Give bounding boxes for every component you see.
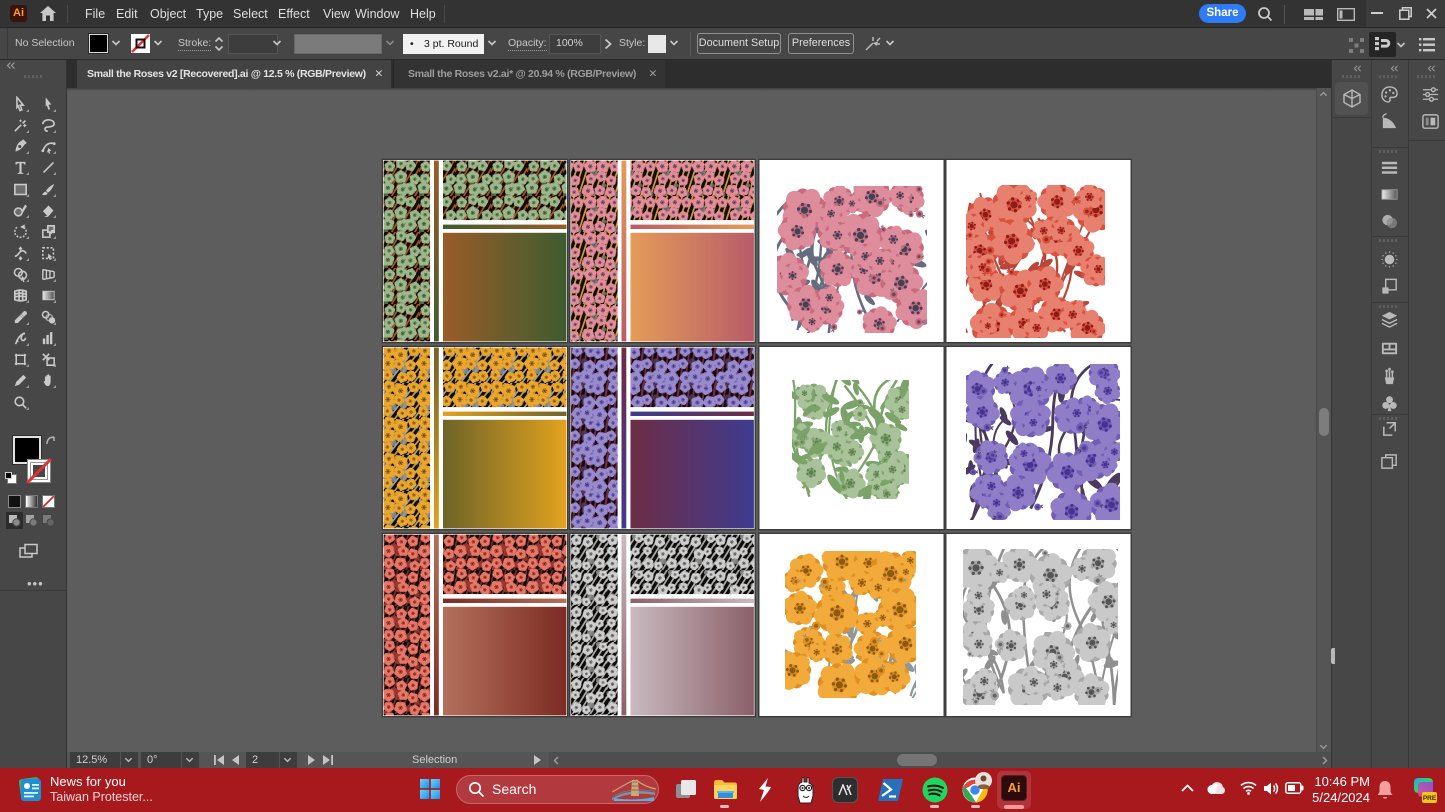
svg-text:PRE: PRE <box>1423 795 1437 802</box>
